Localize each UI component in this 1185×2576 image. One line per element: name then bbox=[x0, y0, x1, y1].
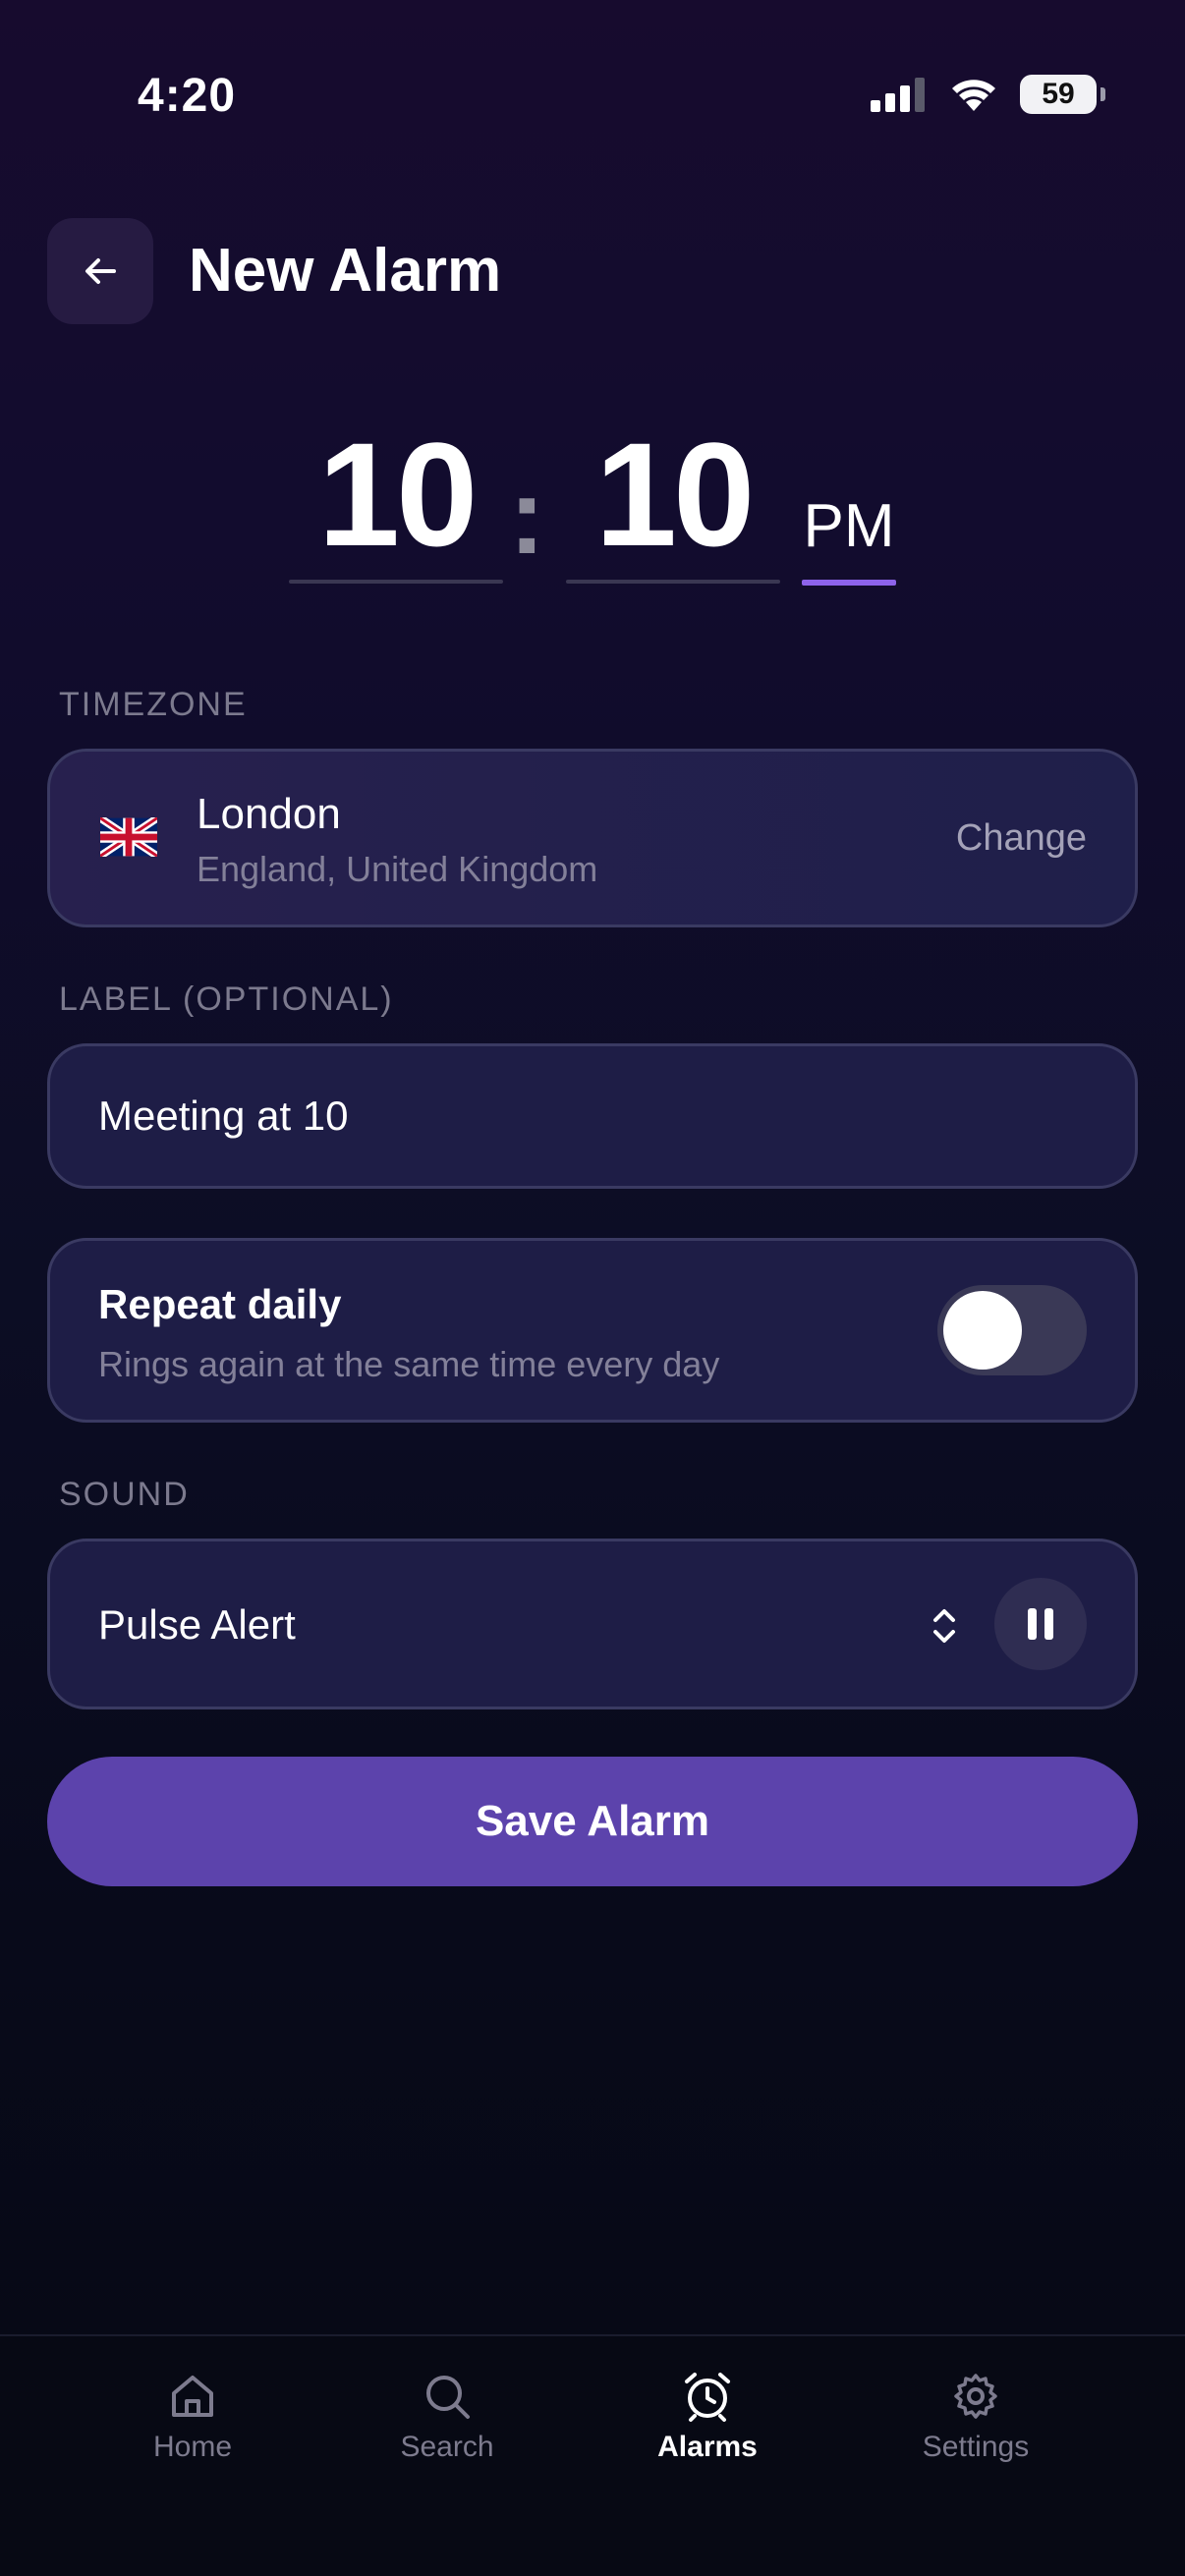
repeat-daily-subtitle: Rings again at the same time every day bbox=[98, 1344, 720, 1384]
label-input-value[interactable]: Meeting at 10 bbox=[98, 1092, 349, 1140]
tab-home[interactable]: Home bbox=[85, 2370, 301, 2464]
sound-select-value[interactable]: Pulse Alert bbox=[98, 1601, 296, 1649]
am-pm-underline bbox=[802, 580, 896, 586]
page-title: New Alarm bbox=[189, 237, 502, 305]
minute-picker[interactable]: 10 bbox=[566, 420, 780, 568]
tab-search[interactable]: Search bbox=[339, 2370, 555, 2464]
tab-settings[interactable]: Settings bbox=[868, 2370, 1084, 2464]
sound-section-label: SOUND bbox=[59, 1476, 190, 1513]
tab-alarms-label: Alarms bbox=[657, 2431, 758, 2463]
timezone-region: England, United Kingdom bbox=[197, 849, 598, 889]
tab-home-label: Home bbox=[152, 2431, 233, 2463]
tab-bar: Home Search Alarms Settings bbox=[0, 2334, 1185, 2576]
tab-alarms[interactable]: Alarms bbox=[599, 2370, 816, 2464]
pause-icon-bar bbox=[1044, 1608, 1053, 1640]
gear-icon bbox=[954, 2374, 997, 2419]
uk-flag-icon bbox=[100, 817, 157, 857]
cellular-signal-icon bbox=[871, 78, 925, 112]
repeat-daily-title: Repeat daily bbox=[98, 1281, 342, 1327]
am-pm-picker[interactable]: PM bbox=[802, 491, 896, 561]
timezone-section-label: TIMEZONE bbox=[59, 686, 248, 723]
pause-preview-button[interactable] bbox=[994, 1578, 1087, 1670]
hour-underline bbox=[289, 580, 503, 584]
timezone-city: London bbox=[197, 790, 341, 838]
status-time: 4:20 bbox=[138, 70, 237, 122]
tab-search-label: Search bbox=[400, 2431, 494, 2463]
hour-picker[interactable]: 10 bbox=[289, 420, 503, 568]
pause-icon bbox=[1028, 1608, 1037, 1640]
wifi-icon bbox=[952, 80, 995, 111]
search-icon bbox=[426, 2376, 470, 2419]
tab-settings-label: Settings bbox=[922, 2431, 1030, 2463]
chevron-up-down-icon bbox=[933, 1609, 955, 1643]
toggle-knob bbox=[943, 1291, 1022, 1370]
label-section-label: LABEL (OPTIONAL) bbox=[59, 980, 394, 1018]
minute-underline bbox=[566, 580, 780, 584]
battery-indicator: 59 bbox=[1020, 75, 1105, 114]
repeat-daily-toggle[interactable] bbox=[937, 1285, 1087, 1375]
alarm-clock-icon bbox=[685, 2373, 730, 2422]
save-alarm-button[interactable]: Save Alarm bbox=[47, 1757, 1138, 1886]
status-icons: 59 bbox=[871, 75, 1105, 114]
time-separator: : bbox=[509, 456, 545, 577]
arrow-left-icon bbox=[85, 258, 116, 284]
back-button[interactable] bbox=[47, 218, 153, 324]
home-icon bbox=[172, 2376, 213, 2417]
change-timezone-button[interactable]: Change bbox=[956, 817, 1087, 860]
